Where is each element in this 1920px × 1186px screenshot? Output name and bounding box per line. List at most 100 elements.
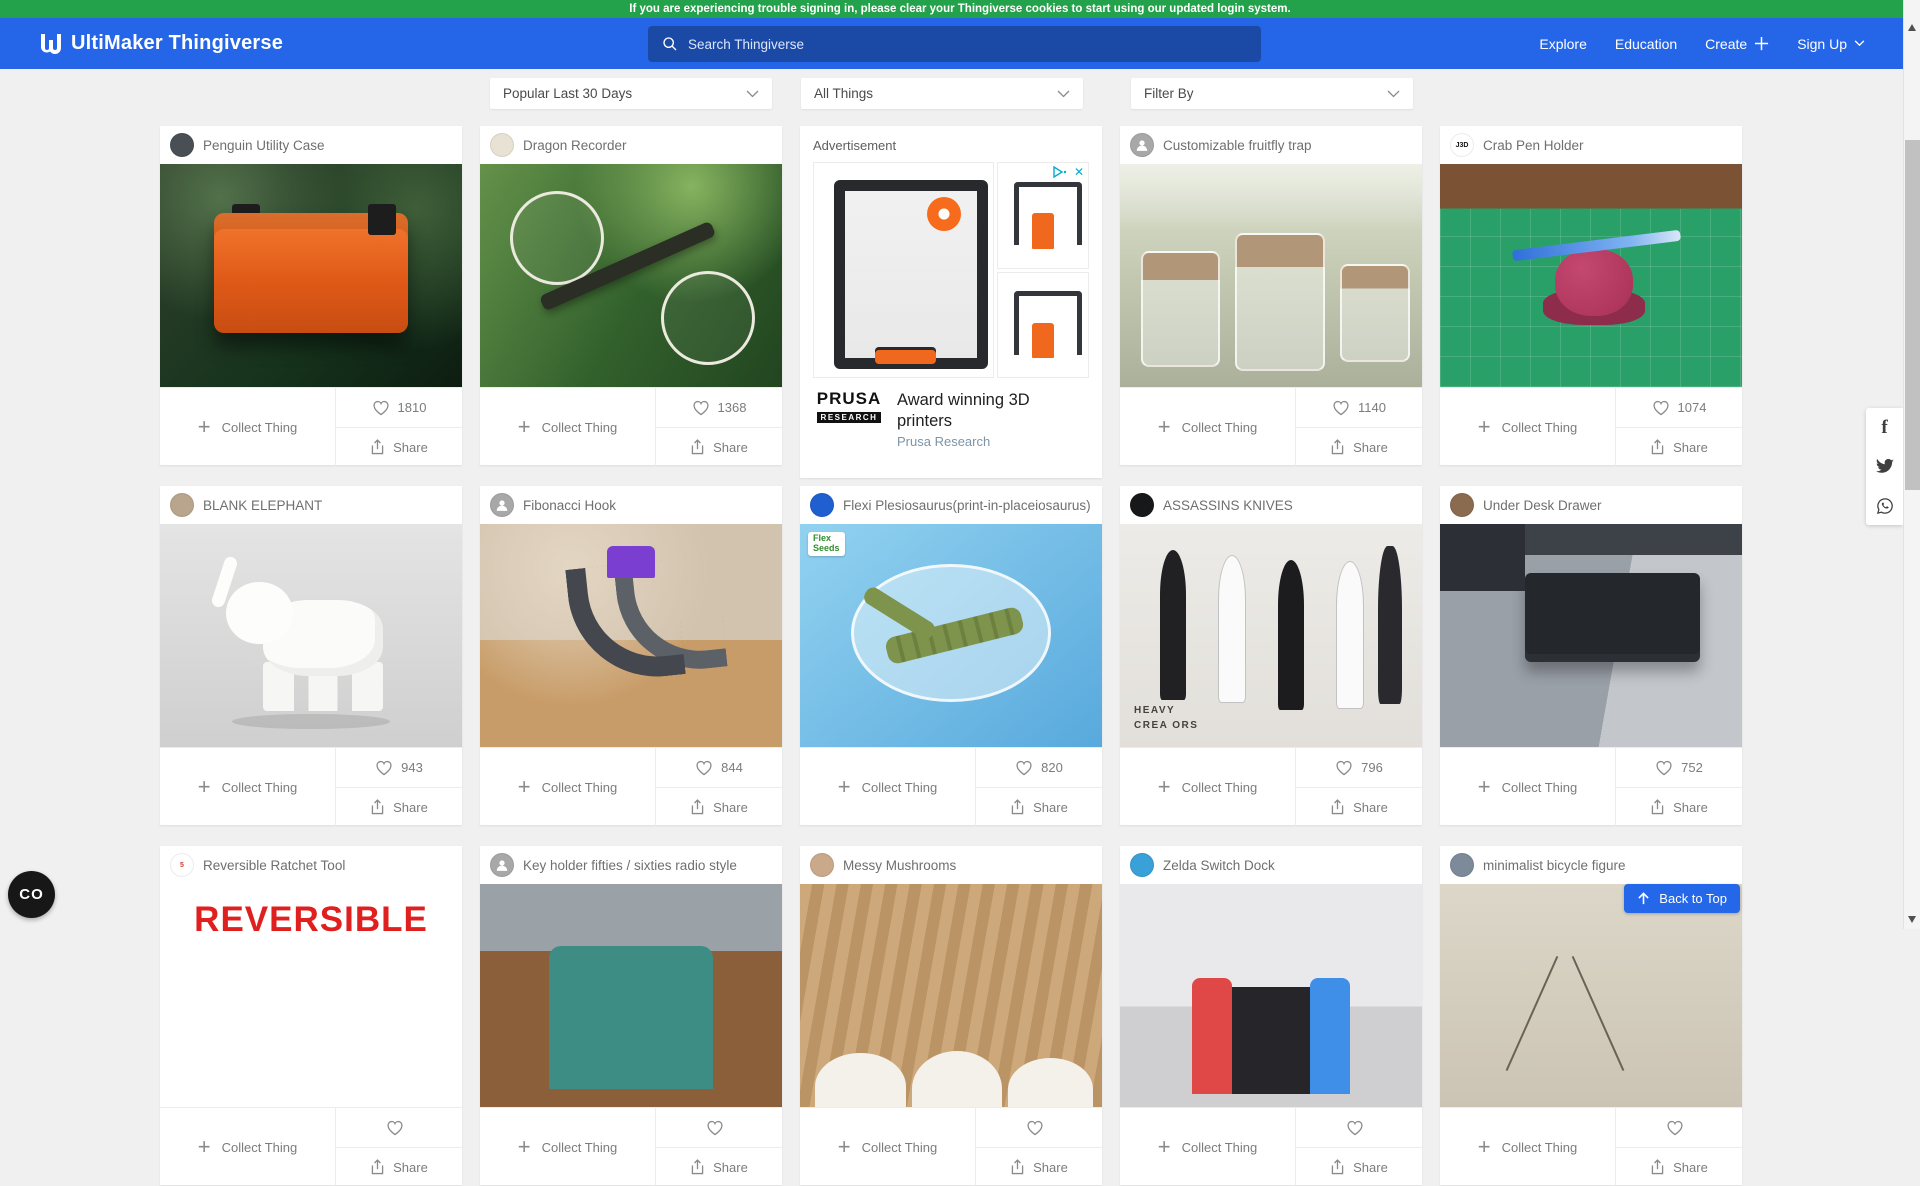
share-button[interactable]: Share — [1615, 427, 1742, 466]
nav-link-education[interactable]: Education — [1615, 36, 1677, 52]
ad-creative[interactable]: ✕ — [813, 162, 1089, 378]
avatar[interactable] — [1130, 133, 1154, 157]
twitter-share-button[interactable] — [1866, 447, 1903, 486]
whatsapp-share-button[interactable] — [1866, 486, 1903, 525]
thing-thumbnail[interactable] — [1120, 884, 1422, 1107]
share-button[interactable]: Share — [335, 427, 462, 466]
share-button[interactable]: Share — [655, 1147, 782, 1186]
collect-thing-button[interactable]: + Collect Thing — [800, 748, 975, 826]
thing-title[interactable]: Crab Pen Holder — [1483, 138, 1584, 153]
like-button[interactable]: 1368 — [655, 388, 782, 427]
scrollbar[interactable] — [1903, 0, 1920, 929]
collect-thing-button[interactable]: + Collect Thing — [1120, 1108, 1295, 1186]
thing-title[interactable]: Messy Mushrooms — [843, 858, 956, 873]
thing-thumbnail[interactable] — [480, 164, 782, 387]
like-button[interactable]: 752 — [1615, 748, 1742, 787]
like-button[interactable]: 1810 — [335, 388, 462, 427]
like-button[interactable]: 1140 — [1295, 388, 1422, 427]
collect-thing-button[interactable]: + Collect Thing — [1440, 1108, 1615, 1186]
avatar[interactable] — [810, 853, 834, 877]
collect-thing-button[interactable]: + Collect Thing — [480, 1108, 655, 1186]
like-button[interactable] — [655, 1108, 782, 1147]
ad-headline[interactable]: Award winning 3D printers — [897, 390, 1089, 431]
share-button[interactable]: Share — [1615, 1147, 1742, 1186]
share-button[interactable]: Share — [1615, 787, 1742, 826]
ad-caption[interactable]: PRUSA RESEARCH Award winning 3D printers… — [813, 390, 1089, 449]
thing-thumbnail[interactable] — [480, 524, 782, 747]
thing-thumbnail[interactable] — [1440, 884, 1742, 1107]
share-button[interactable]: Share — [335, 1147, 462, 1186]
share-button[interactable]: Share — [1295, 1147, 1422, 1186]
search-bar[interactable] — [648, 26, 1261, 62]
like-button[interactable]: 943 — [335, 748, 462, 787]
like-button[interactable] — [1615, 1108, 1742, 1147]
thing-title[interactable]: Penguin Utility Case — [203, 138, 325, 153]
thing-title[interactable]: Key holder fifties / sixties radio style — [523, 858, 737, 873]
thing-title[interactable]: Reversible Ratchet Tool — [203, 858, 345, 873]
nav-link-explore[interactable]: Explore — [1539, 36, 1586, 52]
avatar[interactable]: 5 — [170, 853, 194, 877]
collect-thing-button[interactable]: + Collect Thing — [1440, 388, 1615, 466]
thing-thumbnail[interactable] — [800, 884, 1102, 1107]
like-button[interactable] — [975, 1108, 1102, 1147]
scrollbar-thumb[interactable] — [1905, 140, 1920, 490]
scrollbar-up-arrow[interactable] — [1908, 24, 1916, 31]
like-button[interactable]: 820 — [975, 748, 1102, 787]
share-button[interactable]: Share — [335, 787, 462, 826]
thing-title[interactable]: Dragon Recorder — [523, 138, 627, 153]
thing-thumbnail[interactable] — [1120, 164, 1422, 387]
thing-thumbnail[interactable] — [160, 164, 462, 387]
avatar[interactable] — [170, 493, 194, 517]
share-button[interactable]: Share — [655, 427, 782, 466]
avatar[interactable] — [170, 133, 194, 157]
thing-thumbnail[interactable] — [480, 884, 782, 1107]
avatar[interactable] — [490, 133, 514, 157]
share-button[interactable]: Share — [1295, 427, 1422, 466]
thing-title[interactable]: ASSASSINS KNIVES — [1163, 498, 1293, 513]
search-input[interactable] — [688, 37, 1247, 52]
thing-title[interactable]: Flexi Plesiosaurus(print-in-placeiosauru… — [843, 498, 1091, 513]
thing-title[interactable]: BLANK ELEPHANT — [203, 498, 322, 513]
collect-thing-button[interactable]: + Collect Thing — [480, 748, 655, 826]
share-button[interactable]: Share — [975, 787, 1102, 826]
avatar[interactable] — [1450, 853, 1474, 877]
collect-thing-button[interactable]: + Collect Thing — [160, 748, 335, 826]
share-button[interactable]: Share — [1295, 787, 1422, 826]
collect-thing-button[interactable]: + Collect Thing — [1440, 748, 1615, 826]
share-button[interactable]: Share — [975, 1147, 1102, 1186]
collect-thing-button[interactable]: + Collect Thing — [480, 388, 655, 466]
avatar[interactable] — [490, 493, 514, 517]
avatar[interactable] — [1130, 853, 1154, 877]
adchoices-icon[interactable] — [1053, 166, 1067, 178]
ad-image-printer-small-2[interactable] — [997, 272, 1089, 379]
thing-thumbnail[interactable] — [1440, 164, 1742, 387]
filter-by-dropdown[interactable]: Filter By — [1131, 78, 1413, 109]
collect-thing-button[interactable]: + Collect Thing — [800, 1108, 975, 1186]
thing-thumbnail[interactable]: REVERSIBLE — [160, 884, 462, 1107]
avatar[interactable] — [1130, 493, 1154, 517]
collect-thing-button[interactable]: + Collect Thing — [160, 1108, 335, 1186]
thing-title[interactable]: Zelda Switch Dock — [1163, 858, 1275, 873]
thing-title[interactable]: Under Desk Drawer — [1483, 498, 1602, 513]
collect-thing-button[interactable]: + Collect Thing — [160, 388, 335, 466]
collect-thing-button[interactable]: + Collect Thing — [1120, 388, 1295, 466]
back-to-top-button[interactable]: Back to Top — [1624, 884, 1740, 913]
brand-logo[interactable]: UltiMaker Thingiverse — [40, 18, 283, 69]
thing-thumbnail[interactable] — [160, 524, 462, 747]
cookie-preferences-button[interactable]: CO — [8, 871, 55, 918]
thing-thumbnail[interactable]: HEAVY CREA ORS — [1120, 524, 1422, 747]
share-button[interactable]: Share — [655, 787, 782, 826]
facebook-share-button[interactable]: f — [1866, 408, 1903, 447]
category-dropdown[interactable]: All Things — [801, 78, 1083, 109]
thing-thumbnail[interactable]: Flex Seeds — [800, 524, 1102, 747]
ad-image-printer[interactable] — [813, 162, 994, 378]
nav-link-create[interactable]: Create — [1705, 36, 1769, 52]
scrollbar-down-arrow[interactable] — [1908, 916, 1916, 923]
collect-thing-button[interactable]: + Collect Thing — [1120, 748, 1295, 826]
sort-dropdown[interactable]: Popular Last 30 Days — [490, 78, 772, 109]
like-button[interactable]: 844 — [655, 748, 782, 787]
thing-title[interactable]: Fibonacci Hook — [523, 498, 616, 513]
avatar[interactable]: J3D — [1450, 133, 1474, 157]
thing-title[interactable]: minimalist bicycle figure — [1483, 858, 1626, 873]
like-button[interactable] — [1295, 1108, 1422, 1147]
